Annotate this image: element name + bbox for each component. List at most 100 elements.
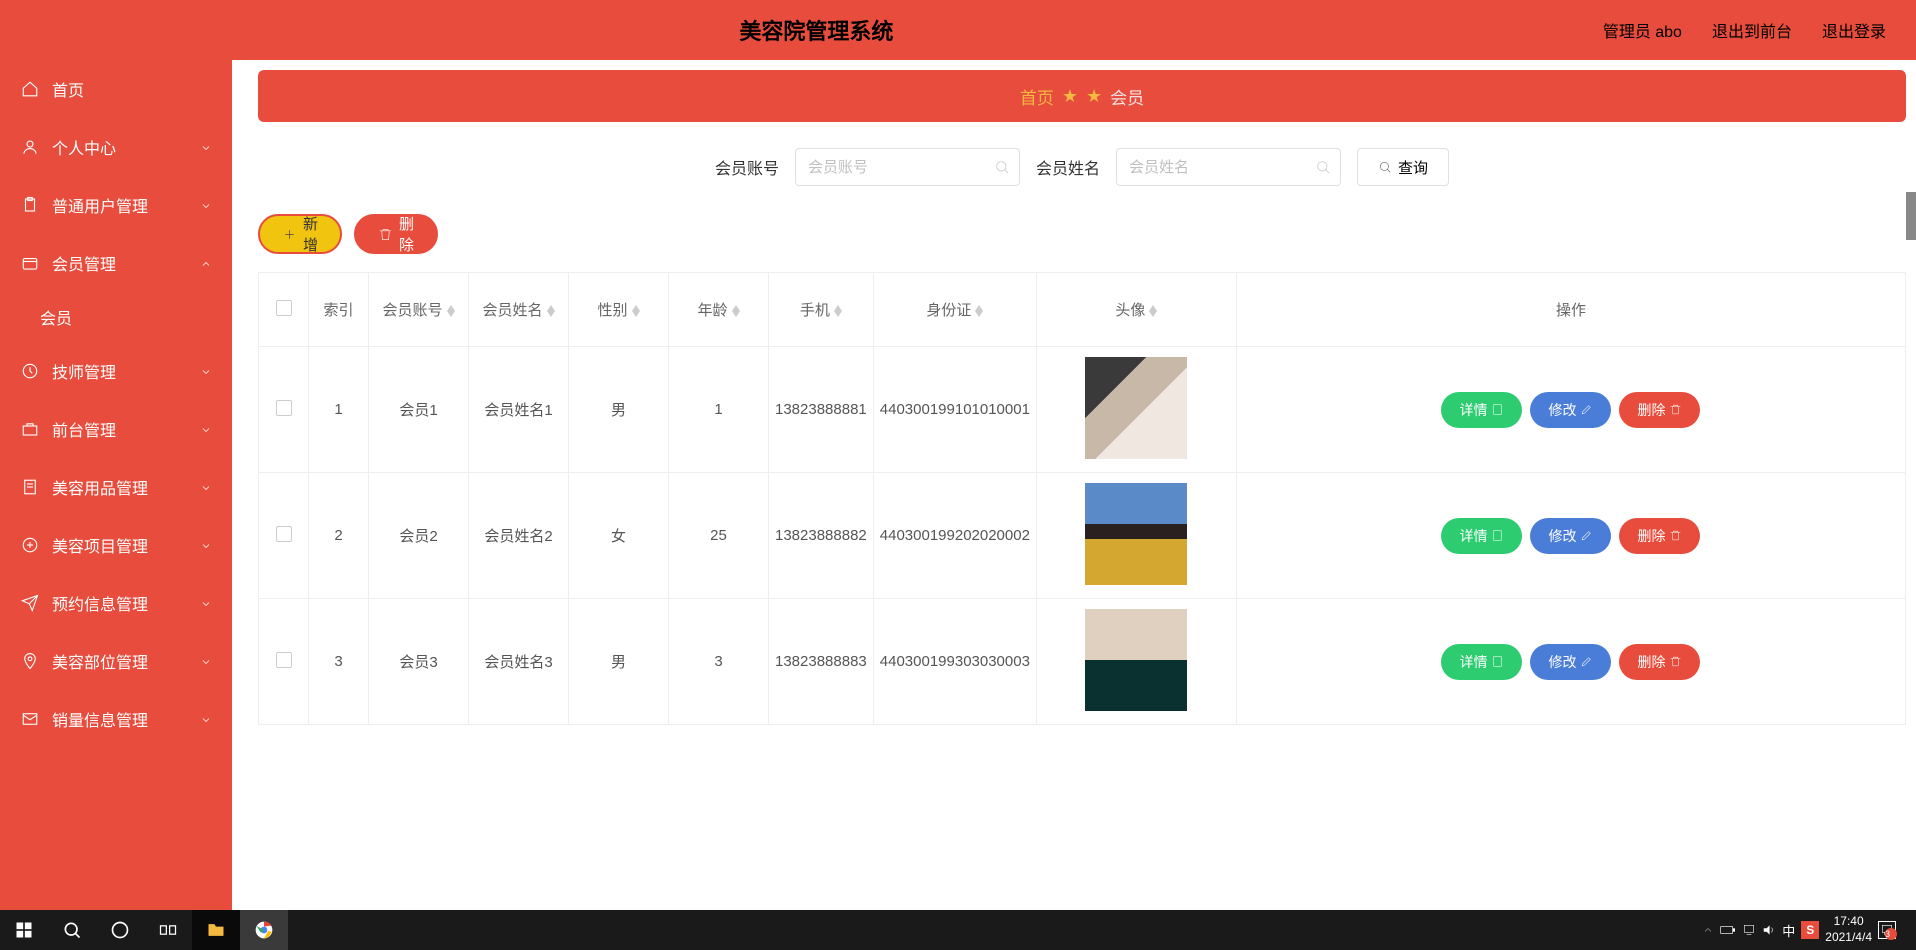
row-checkbox[interactable] bbox=[276, 526, 292, 542]
sidebar-item-8[interactable]: 美容项目管理 bbox=[0, 516, 232, 574]
sidebar-item-9[interactable]: 预约信息管理 bbox=[0, 574, 232, 632]
th-phone[interactable]: 手机 bbox=[769, 273, 874, 347]
member-table: 索引 会员账号 会员姓名 性别 年龄 手机 身份证 头像 操作 1会员1会员姓名… bbox=[258, 272, 1906, 725]
scrollbar-thumb[interactable] bbox=[1906, 192, 1916, 240]
search-name-input[interactable] bbox=[1116, 148, 1341, 186]
sidebar-item-11[interactable]: 销量信息管理 bbox=[0, 690, 232, 748]
search-account-label: 会员账号 bbox=[715, 155, 779, 179]
edit-button[interactable]: 修改 bbox=[1530, 518, 1611, 554]
sogou-icon[interactable]: S bbox=[1801, 921, 1819, 939]
cell-account: 会员1 bbox=[369, 347, 469, 473]
chrome-icon[interactable] bbox=[240, 910, 288, 950]
search-icon[interactable] bbox=[994, 159, 1010, 175]
sort-icon[interactable] bbox=[447, 305, 455, 317]
add-button-label: 新增 bbox=[303, 213, 318, 255]
link-logout[interactable]: 退出登录 bbox=[1822, 18, 1886, 42]
search-bar: 会员账号 会员姓名 查询 bbox=[258, 148, 1906, 186]
sidebar-item-10[interactable]: 美容部位管理 bbox=[0, 632, 232, 690]
sort-icon[interactable] bbox=[732, 305, 740, 317]
th-index[interactable]: 索引 bbox=[309, 273, 369, 347]
th-account[interactable]: 会员账号 bbox=[369, 273, 469, 347]
sidebar-item-6[interactable]: 前台管理 bbox=[0, 400, 232, 458]
th-idcard[interactable]: 身份证 bbox=[873, 273, 1036, 347]
avatar-image[interactable] bbox=[1085, 609, 1187, 711]
link-to-front[interactable]: 退出到前台 bbox=[1712, 18, 1792, 42]
row-checkbox[interactable] bbox=[276, 400, 292, 416]
table-row: 1会员1会员姓名1男113823888881440300199101010001… bbox=[259, 347, 1906, 473]
main-content: 首页 ★ ★ 会员 会员账号 会员姓名 查询 bbox=[232, 60, 1916, 950]
windows-taskbar[interactable]: 中 S 17:40 2021/4/4 3 bbox=[0, 910, 1916, 950]
edit-button[interactable]: 修改 bbox=[1530, 644, 1611, 680]
search-icon[interactable] bbox=[1315, 159, 1331, 175]
sort-icon[interactable] bbox=[975, 305, 983, 317]
row-delete-button[interactable]: 删除 bbox=[1619, 518, 1700, 554]
sidebar-item-2[interactable]: 普通用户管理 bbox=[0, 176, 232, 234]
chevron-down-icon bbox=[200, 481, 212, 493]
detail-button[interactable]: 详情 bbox=[1441, 392, 1522, 428]
search-account-input[interactable] bbox=[795, 148, 1020, 186]
th-gender[interactable]: 性别 bbox=[569, 273, 669, 347]
notification-icon[interactable]: 3 bbox=[1878, 921, 1896, 939]
avatar-image[interactable] bbox=[1085, 357, 1187, 459]
search-query-label: 查询 bbox=[1398, 157, 1428, 178]
cell-phone: 13823888882 bbox=[769, 473, 874, 599]
clock-icon bbox=[20, 361, 40, 381]
cell-account: 会员2 bbox=[369, 473, 469, 599]
sidebar-item-5[interactable]: 技师管理 bbox=[0, 342, 232, 400]
detail-button[interactable]: 详情 bbox=[1441, 518, 1522, 554]
file-explorer-icon[interactable] bbox=[192, 910, 240, 950]
detail-button[interactable]: 详情 bbox=[1441, 644, 1522, 680]
home-icon bbox=[20, 79, 40, 99]
user-label[interactable]: 管理员 abo bbox=[1603, 18, 1682, 42]
search-icon[interactable] bbox=[48, 910, 96, 950]
edit-button[interactable]: 修改 bbox=[1530, 392, 1611, 428]
cell-index: 2 bbox=[309, 473, 369, 599]
chevron-down-icon bbox=[200, 199, 212, 211]
volume-icon[interactable] bbox=[1762, 923, 1776, 937]
cell-name: 会员姓名2 bbox=[469, 473, 569, 599]
plus-circle-icon bbox=[20, 535, 40, 555]
cell-name: 会员姓名1 bbox=[469, 347, 569, 473]
taskbar-clock[interactable]: 17:40 2021/4/4 bbox=[1825, 914, 1872, 945]
sort-icon[interactable] bbox=[547, 305, 555, 317]
briefcase-icon bbox=[20, 419, 40, 439]
ime-indicator[interactable]: 中 bbox=[1782, 921, 1795, 940]
sidebar-item-label: 首页 bbox=[52, 77, 84, 101]
add-button[interactable]: 新增 bbox=[258, 214, 342, 254]
sort-icon[interactable] bbox=[834, 305, 842, 317]
mail-icon bbox=[20, 709, 40, 729]
start-button[interactable] bbox=[0, 910, 48, 950]
th-avatar[interactable]: 头像 bbox=[1036, 273, 1236, 347]
select-all-checkbox[interactable] bbox=[276, 300, 292, 316]
sort-icon[interactable] bbox=[1149, 305, 1157, 317]
th-age[interactable]: 年龄 bbox=[669, 273, 769, 347]
row-checkbox[interactable] bbox=[276, 652, 292, 668]
delete-button[interactable]: 删除 bbox=[354, 214, 438, 254]
sidebar-item-4[interactable]: 会员 bbox=[0, 292, 232, 342]
delete-button-label: 删除 bbox=[399, 213, 414, 255]
sort-icon[interactable] bbox=[632, 305, 640, 317]
row-delete-button[interactable]: 删除 bbox=[1619, 392, 1700, 428]
breadcrumb-home[interactable]: 首页 bbox=[1020, 84, 1054, 109]
network-icon[interactable] bbox=[1742, 923, 1756, 937]
cell-age: 3 bbox=[669, 599, 769, 725]
search-query-button[interactable]: 查询 bbox=[1357, 148, 1449, 186]
table-row: 2会员2会员姓名2女251382388888244030019920202000… bbox=[259, 473, 1906, 599]
cell-idcard: 440300199101010001 bbox=[873, 347, 1036, 473]
chevron-up-icon[interactable] bbox=[1702, 924, 1714, 936]
sidebar-item-1[interactable]: 个人中心 bbox=[0, 118, 232, 176]
battery-icon[interactable] bbox=[1720, 924, 1736, 936]
sidebar-item-label: 会员管理 bbox=[52, 251, 116, 275]
chevron-down-icon bbox=[200, 141, 212, 153]
avatar-image[interactable] bbox=[1085, 483, 1187, 585]
th-name[interactable]: 会员姓名 bbox=[469, 273, 569, 347]
sidebar-item-7[interactable]: 美容用品管理 bbox=[0, 458, 232, 516]
sidebar-item-0[interactable]: 首页 bbox=[0, 60, 232, 118]
search-account-input-wrap bbox=[795, 148, 1020, 186]
action-buttons: 新增 删除 bbox=[258, 214, 1906, 254]
task-view-icon[interactable] bbox=[144, 910, 192, 950]
cortana-icon[interactable] bbox=[96, 910, 144, 950]
chevron-down-icon bbox=[200, 423, 212, 435]
row-delete-button[interactable]: 删除 bbox=[1619, 644, 1700, 680]
sidebar-item-3[interactable]: 会员管理 bbox=[0, 234, 232, 292]
